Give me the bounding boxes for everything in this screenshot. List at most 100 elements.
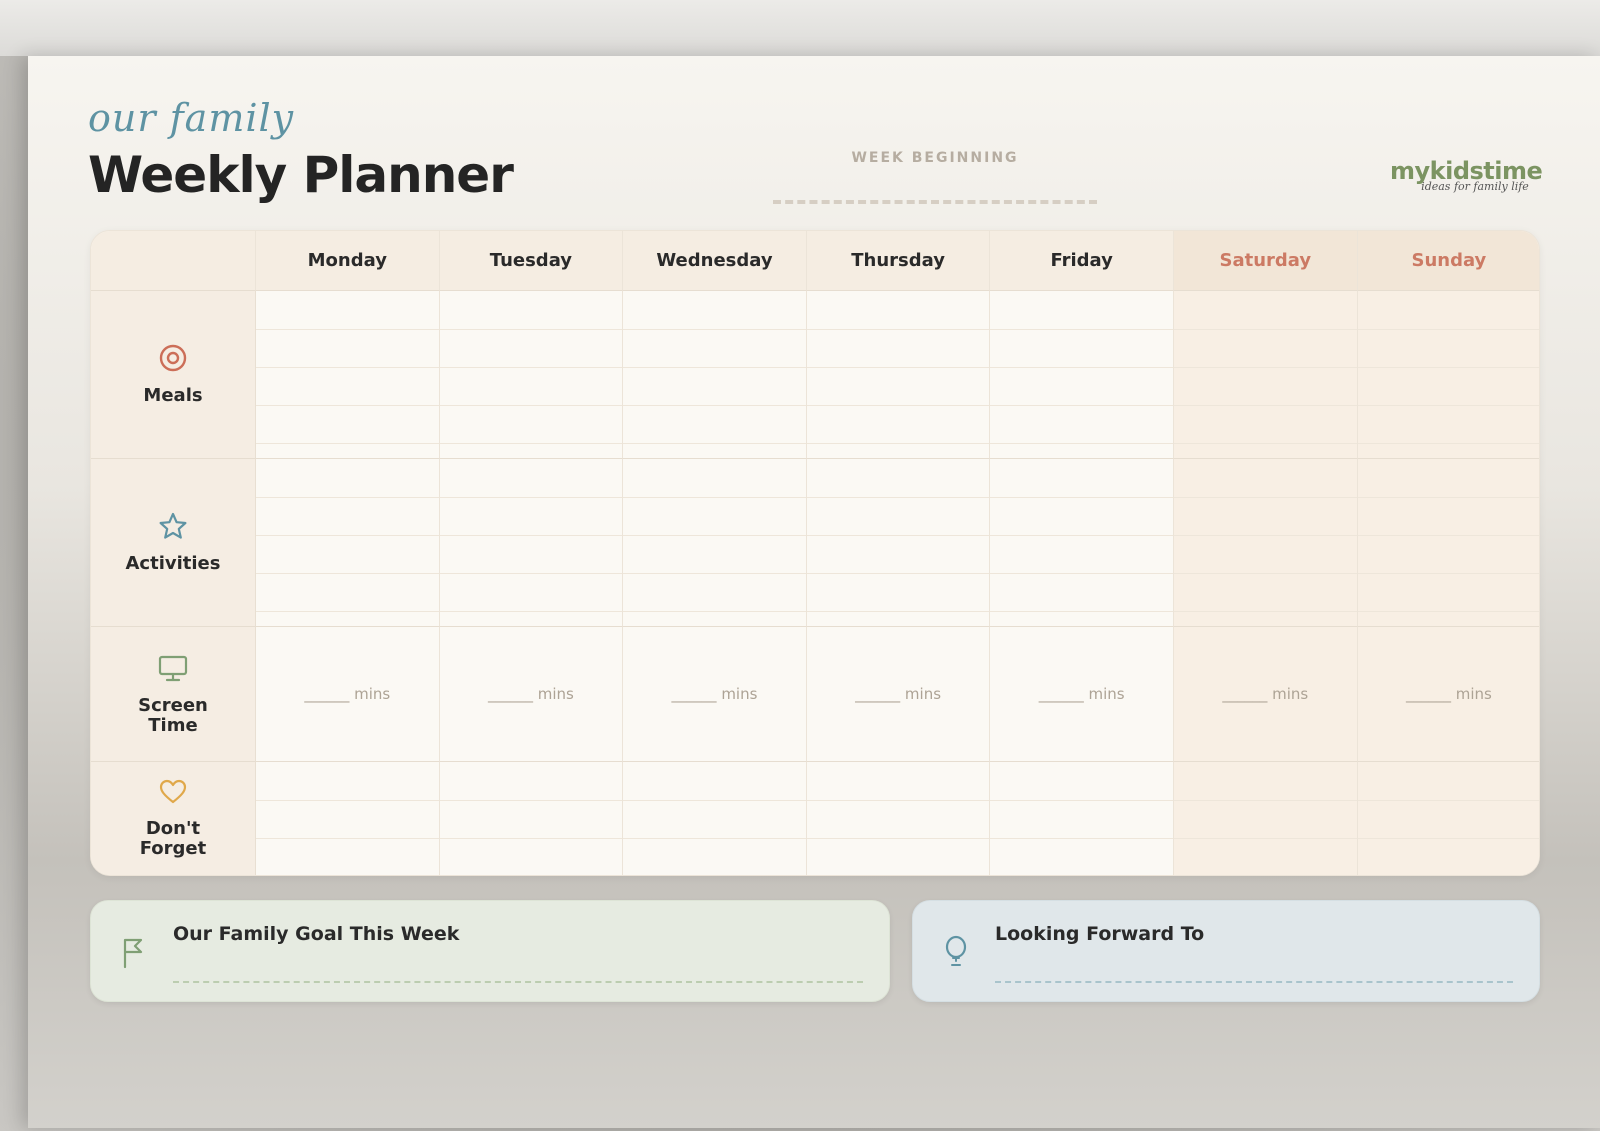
family-goal-box[interactable]: Our Family Goal This Week <box>90 900 890 1002</box>
week-beginning-field[interactable] <box>773 200 1097 204</box>
writing-line <box>1174 838 1357 839</box>
cell-tuesday-3[interactable] <box>439 762 624 875</box>
writing-line <box>806 497 990 498</box>
screen-time-mins[interactable]: ______ mins <box>1174 685 1357 703</box>
row-label-text: Don't Forget <box>139 818 207 859</box>
writing-line <box>623 443 806 444</box>
cell-monday-3[interactable] <box>256 762 440 875</box>
cell-friday-0[interactable] <box>990 291 1174 459</box>
writing-line <box>990 535 1173 536</box>
cell-wednesday-0[interactable] <box>623 291 807 459</box>
writing-line <box>256 367 439 368</box>
screen-time-mins[interactable]: ______ mins <box>1358 685 1539 703</box>
cell-saturday-1[interactable] <box>1174 459 1358 627</box>
family-goal-line[interactable] <box>173 981 863 983</box>
writing-line <box>1174 611 1357 612</box>
cell-tuesday-0[interactable] <box>439 291 624 459</box>
cell-monday-1[interactable] <box>256 459 440 627</box>
writing-line <box>1357 535 1539 536</box>
writing-line <box>990 443 1173 444</box>
writing-line <box>1357 611 1539 612</box>
cell-sunday-3[interactable] <box>1357 762 1539 875</box>
heart-icon <box>158 778 188 811</box>
target-icon <box>158 343 188 378</box>
writing-line <box>1357 573 1539 574</box>
writing-line <box>623 497 806 498</box>
day-header-saturday: Saturday <box>1174 231 1358 291</box>
cell-thursday-2[interactable]: ______ mins <box>806 627 991 762</box>
planner-grid: Monday Tuesday Wednesday Thursday Friday Satu… <box>90 230 1540 876</box>
looking-forward-box[interactable]: Looking Forward To <box>912 900 1540 1002</box>
cell-monday-2[interactable]: ______ mins <box>256 627 440 762</box>
row-label-text: Screen Time <box>138 694 208 736</box>
cell-wednesday-1[interactable] <box>623 459 807 627</box>
cell-sunday-1[interactable] <box>1357 459 1539 627</box>
balloon-icon <box>943 935 969 974</box>
writing-line <box>623 329 806 330</box>
cell-friday-3[interactable] <box>990 762 1174 875</box>
screen-time-mins[interactable]: ______ mins <box>990 685 1173 703</box>
cell-thursday-1[interactable] <box>806 459 991 627</box>
writing-line <box>806 611 990 612</box>
script-title: our family <box>88 96 295 140</box>
cell-thursday-3[interactable] <box>806 762 991 875</box>
writing-line <box>623 611 806 612</box>
screen-time-mins[interactable]: ______ mins <box>256 685 439 703</box>
writing-line <box>990 329 1173 330</box>
cell-tuesday-2[interactable]: ______ mins <box>439 627 624 762</box>
day-header-monday: Monday <box>256 231 440 291</box>
writing-line <box>439 611 623 612</box>
cell-wednesday-3[interactable] <box>623 762 807 875</box>
screen-time-mins[interactable]: ______ mins <box>807 685 990 703</box>
writing-line <box>1357 405 1539 406</box>
cell-tuesday-1[interactable] <box>439 459 624 627</box>
writing-line <box>256 497 439 498</box>
writing-line <box>990 405 1173 406</box>
writing-line <box>806 800 990 801</box>
header-corner <box>91 231 256 291</box>
writing-line <box>256 838 439 839</box>
cell-monday-0[interactable] <box>256 291 440 459</box>
cell-sunday-2[interactable]: ______ mins <box>1357 627 1539 762</box>
cell-friday-2[interactable]: ______ mins <box>990 627 1174 762</box>
cell-saturday-0[interactable] <box>1174 291 1358 459</box>
writing-line <box>1357 838 1539 839</box>
cell-thursday-0[interactable] <box>806 291 991 459</box>
family-goal-title: Our Family Goal This Week <box>173 923 460 945</box>
cell-friday-1[interactable] <box>990 459 1174 627</box>
cell-saturday-3[interactable] <box>1174 762 1358 875</box>
cell-wednesday-2[interactable]: ______ mins <box>623 627 807 762</box>
writing-line <box>439 497 623 498</box>
day-header-sunday: Sunday <box>1357 231 1539 291</box>
looking-forward-line[interactable] <box>995 981 1513 983</box>
row-label-0: Meals <box>91 291 256 459</box>
writing-line <box>439 573 623 574</box>
row-label-3: Don't Forget <box>91 762 256 875</box>
writing-line <box>439 443 623 444</box>
writing-line <box>1174 367 1357 368</box>
writing-line <box>1174 443 1357 444</box>
screen-time-mins[interactable]: ______ mins <box>623 685 806 703</box>
writing-line <box>806 573 990 574</box>
row-label-2: Screen Time <box>91 627 256 762</box>
day-header-wednesday: Wednesday <box>623 231 807 291</box>
writing-line <box>1357 800 1539 801</box>
row-label-text: Activities <box>125 553 221 574</box>
top-margin <box>0 0 1600 56</box>
cell-saturday-2[interactable]: ______ mins <box>1174 627 1358 762</box>
screen-time-mins[interactable]: ______ mins <box>440 685 623 703</box>
writing-line <box>1357 367 1539 368</box>
writing-line <box>806 535 990 536</box>
writing-line <box>990 367 1173 368</box>
writing-line <box>256 573 439 574</box>
writing-line <box>256 535 439 536</box>
writing-line <box>1174 573 1357 574</box>
writing-line <box>256 329 439 330</box>
day-header-friday: Friday <box>990 231 1174 291</box>
writing-line <box>990 800 1173 801</box>
row-label-text: Meals <box>143 385 203 406</box>
writing-line <box>990 838 1173 839</box>
looking-forward-title: Looking Forward To <box>995 923 1205 945</box>
page-title: Weekly Planner <box>88 146 514 204</box>
cell-sunday-0[interactable] <box>1357 291 1539 459</box>
